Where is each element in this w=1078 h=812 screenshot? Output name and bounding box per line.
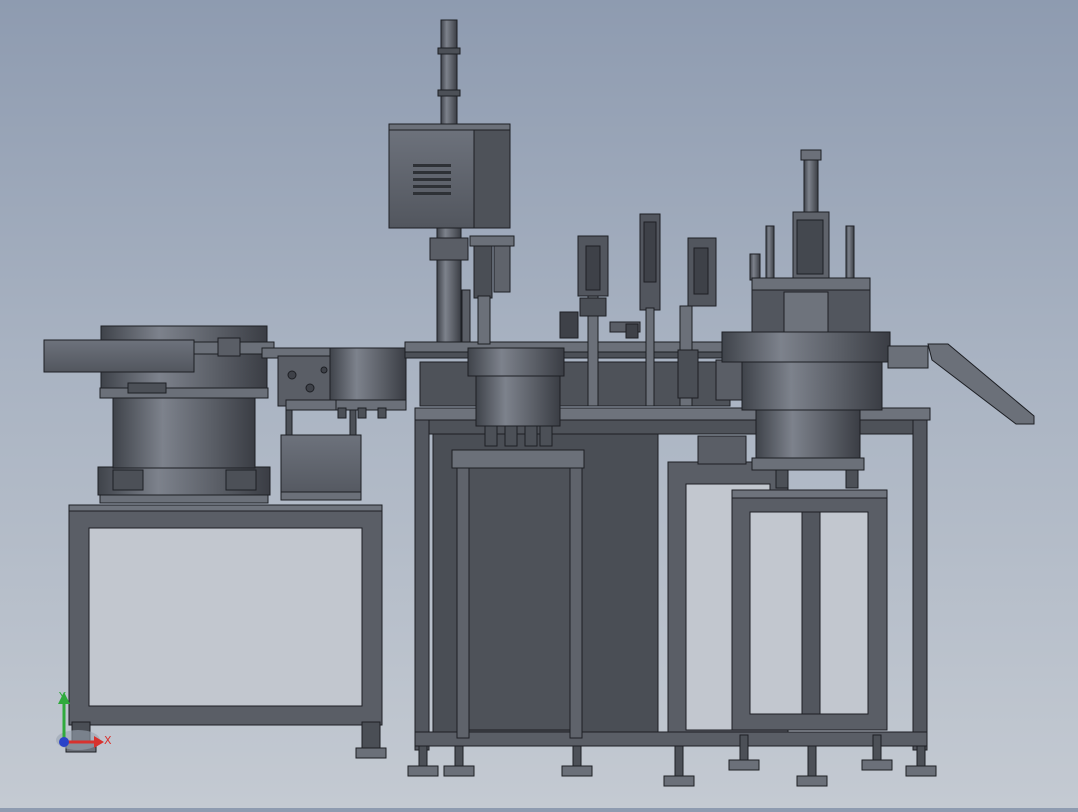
left-vibratory-bowl (43, 325, 275, 504)
right-cylinder-assembly (749, 149, 871, 335)
y-axis-label: Y (58, 690, 66, 703)
left-linear-feeder (261, 347, 413, 501)
z-axis-dot (59, 737, 69, 747)
left-feeder-stand (65, 504, 387, 759)
assembly-drawing: Y X (43, 19, 1035, 787)
cad-viewport[interactable]: Y X (0, 0, 1078, 808)
control-box (388, 123, 511, 229)
press-station-1 (461, 235, 515, 345)
x-axis-label: X (104, 734, 112, 747)
